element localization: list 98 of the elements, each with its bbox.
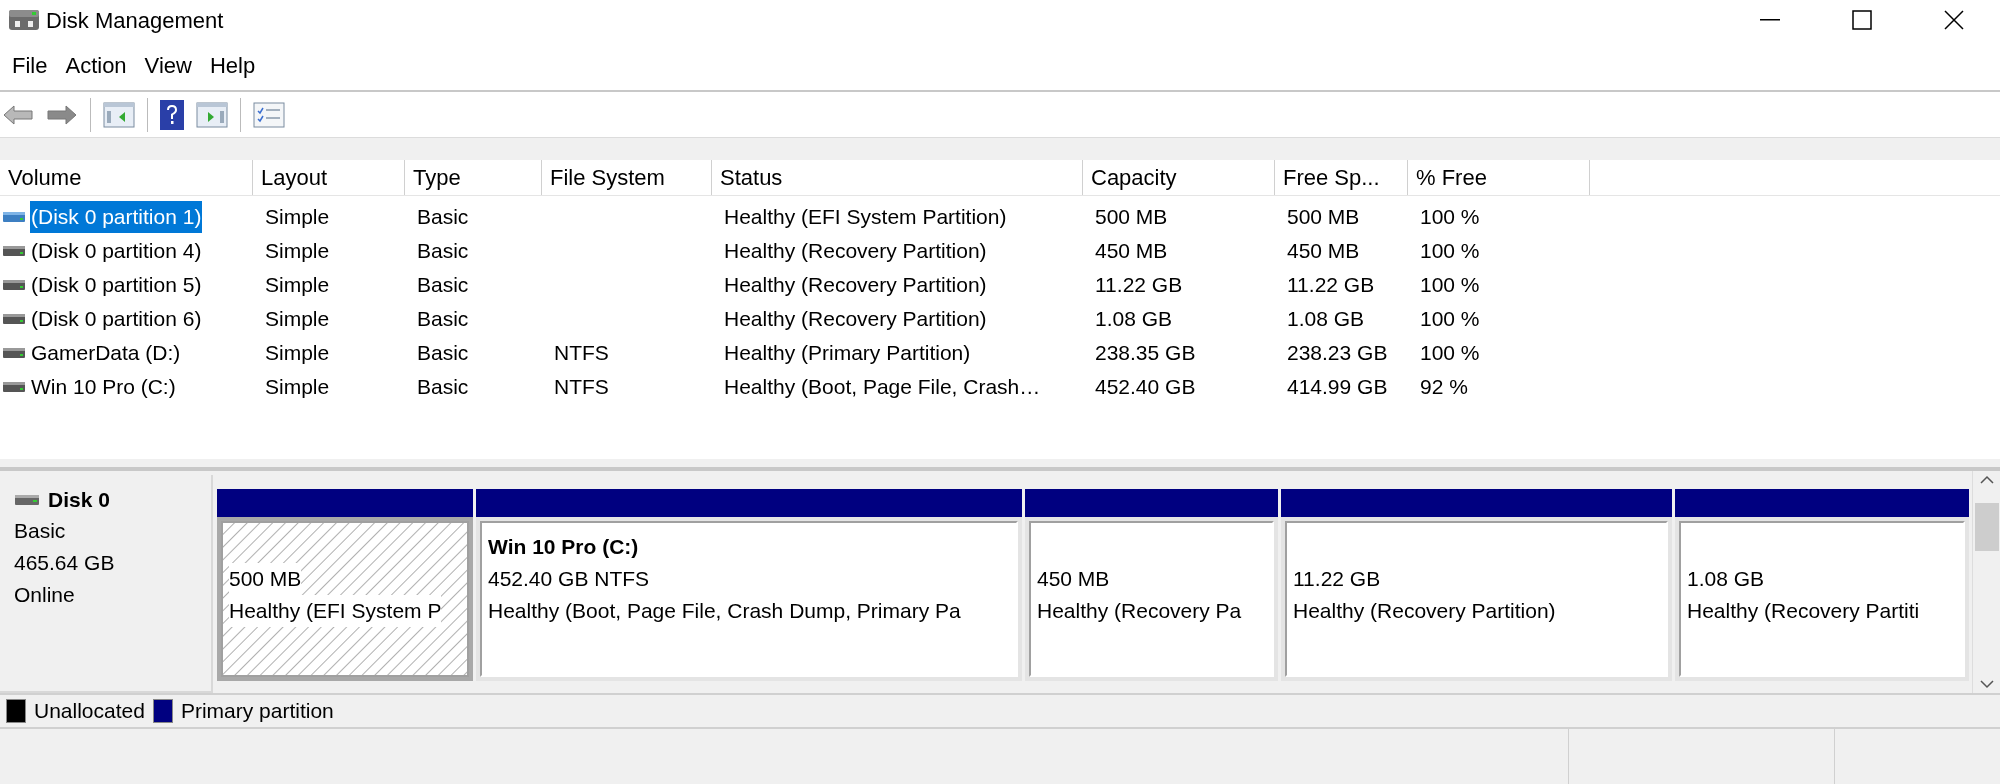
table-cell: Healthy (Boot, Page File, Crash… — [724, 375, 1041, 399]
volume-cell[interactable]: (Disk 0 partition 5) — [30, 269, 203, 301]
table-cell: 100 % — [1420, 239, 1480, 263]
table-cell: 238.23 GB — [1287, 341, 1388, 365]
table-cell: 238.35 GB — [1095, 341, 1196, 365]
table-cell: 1.08 GB — [1287, 307, 1365, 331]
table-cell: Simple — [265, 375, 330, 399]
table-cell: NTFS — [554, 375, 609, 399]
legend-label: Unallocated — [34, 698, 145, 725]
partition-size: 452.40 GB NTFS — [488, 566, 650, 593]
table-cell: Simple — [265, 341, 330, 365]
table-cell: Basic — [417, 375, 469, 399]
volume-cell[interactable]: (Disk 0 partition 6) — [30, 303, 203, 335]
partition-status: Healthy (Boot, Page File, Crash Dump, Primary Pa — [488, 598, 961, 625]
partition-status: Healthy (Recovery Partition) — [1293, 598, 1556, 625]
table-cell: Simple — [265, 205, 330, 229]
table-cell: 11.22 GB — [1287, 273, 1375, 297]
table-cell: NTFS — [554, 341, 609, 365]
table-cell: 452.40 GB — [1095, 375, 1196, 399]
scroll-up-icon[interactable] — [1979, 475, 1994, 485]
table-cell: Basic — [417, 205, 469, 229]
scroll-down-icon[interactable] — [1979, 679, 1994, 689]
drive-icon — [2, 380, 26, 394]
disk-drive-icon — [14, 493, 40, 507]
table-cell: Healthy (Recovery Partition) — [724, 239, 987, 263]
volume-cell[interactable]: Win 10 Pro (C:) — [30, 371, 177, 403]
table-cell: 100 % — [1420, 273, 1480, 297]
column-header[interactable]: Layout — [253, 160, 405, 195]
disk-type: Basic — [14, 518, 67, 544]
table-cell: Basic — [417, 341, 469, 365]
table-cell: 414.99 GB — [1287, 375, 1388, 399]
table-cell: Simple — [265, 307, 330, 331]
partition-size: 1.08 GB — [1687, 566, 1765, 593]
drive-icon — [2, 312, 26, 326]
table-cell: 100 % — [1420, 307, 1480, 331]
partition-size: 450 MB — [1037, 566, 1110, 593]
partition-status: Healthy (EFI System P — [229, 595, 442, 627]
table-cell: Healthy (EFI System Partition) — [724, 205, 1007, 229]
partition-size: 500 MB — [229, 563, 302, 595]
table-cell: 500 MB — [1287, 205, 1360, 229]
disk-size: 465.64 GB — [14, 550, 116, 576]
checklist-icon[interactable] — [253, 101, 285, 128]
volume-cell[interactable]: (Disk 0 partition 4) — [30, 235, 203, 267]
partition-status: Healthy (Recovery Pa — [1037, 598, 1242, 625]
column-header[interactable]: % Free — [1408, 160, 1590, 195]
partition-block[interactable]: 1.08 GB Healthy (Recovery Partiti — [1675, 517, 1969, 681]
drive-icon — [2, 278, 26, 292]
table-cell: Simple — [265, 239, 330, 263]
partition-size: 11.22 GB — [1293, 566, 1381, 593]
table-cell: Healthy (Recovery Partition) — [724, 273, 987, 297]
partition-block[interactable]: 450 MB Healthy (Recovery Pa — [1025, 517, 1278, 681]
column-header[interactable]: File System — [542, 160, 712, 195]
table-cell: Simple — [265, 273, 330, 297]
partition-block[interactable]: Win 10 Pro (C:) 452.40 GB NTFS Healthy (Boot, Page File, Crash Dump, Primary Pa — [476, 517, 1022, 681]
legend-label: Primary partition — [180, 698, 334, 725]
maximize-icon — [1852, 10, 1872, 30]
scrollbar[interactable] — [1972, 471, 2000, 693]
column-header[interactable]: Free Sp... — [1275, 160, 1408, 195]
partition-block[interactable]: 500 MB Healthy (EFI System P — [217, 517, 473, 681]
table-cell: 100 % — [1420, 341, 1480, 365]
disk-status: Online — [14, 582, 76, 608]
volume-cell[interactable]: GamerData (D:) — [30, 337, 182, 369]
volume-cell[interactable]: (Disk 0 partition 1) — [30, 201, 203, 233]
table-cell: Basic — [417, 307, 469, 331]
window-pane-icon[interactable] — [103, 101, 135, 128]
table-cell: 500 MB — [1095, 205, 1168, 229]
drive-icon — [2, 346, 26, 360]
table-cell: 100 % — [1420, 205, 1480, 229]
table-cell: 11.22 GB — [1095, 273, 1183, 297]
menu-item[interactable]: File — [4, 47, 56, 83]
menu-item[interactable]: View — [136, 47, 200, 83]
column-header[interactable]: Volume — [0, 160, 253, 195]
table-cell: Healthy (Primary Partition) — [724, 341, 971, 365]
menu-item[interactable]: Action — [57, 47, 135, 83]
column-header[interactable]: Type — [405, 160, 542, 195]
table-cell: 1.08 GB — [1095, 307, 1173, 331]
window-pane-icon[interactable] — [196, 101, 228, 128]
table-cell: 450 MB — [1095, 239, 1168, 263]
help-icon[interactable] — [160, 99, 184, 130]
table-cell: Healthy (Recovery Partition) — [724, 307, 987, 331]
disk-name: Disk 0 — [48, 487, 110, 514]
partition-label: Win 10 Pro (C:) — [488, 534, 639, 561]
drive-icon — [2, 244, 26, 258]
table-cell: Basic — [417, 239, 469, 263]
partition-status: Healthy (Recovery Partiti — [1687, 598, 1920, 625]
close-icon — [1944, 10, 1964, 30]
partition-block[interactable]: 11.22 GB Healthy (Recovery Partition) — [1281, 517, 1672, 681]
minimize-icon — [1760, 19, 1780, 21]
forward-arrow-icon[interactable] — [46, 102, 78, 127]
scroll-thumb[interactable] — [1974, 503, 1999, 551]
table-cell: Basic — [417, 273, 469, 297]
column-header[interactable]: Capacity — [1083, 160, 1275, 195]
table-cell: 450 MB — [1287, 239, 1360, 263]
table-cell: 92 % — [1420, 375, 1468, 399]
menu-item[interactable]: Help — [201, 47, 264, 83]
window-title: Disk Management — [46, 6, 224, 35]
column-header[interactable]: Status — [712, 160, 1083, 195]
drive-icon — [2, 210, 26, 224]
